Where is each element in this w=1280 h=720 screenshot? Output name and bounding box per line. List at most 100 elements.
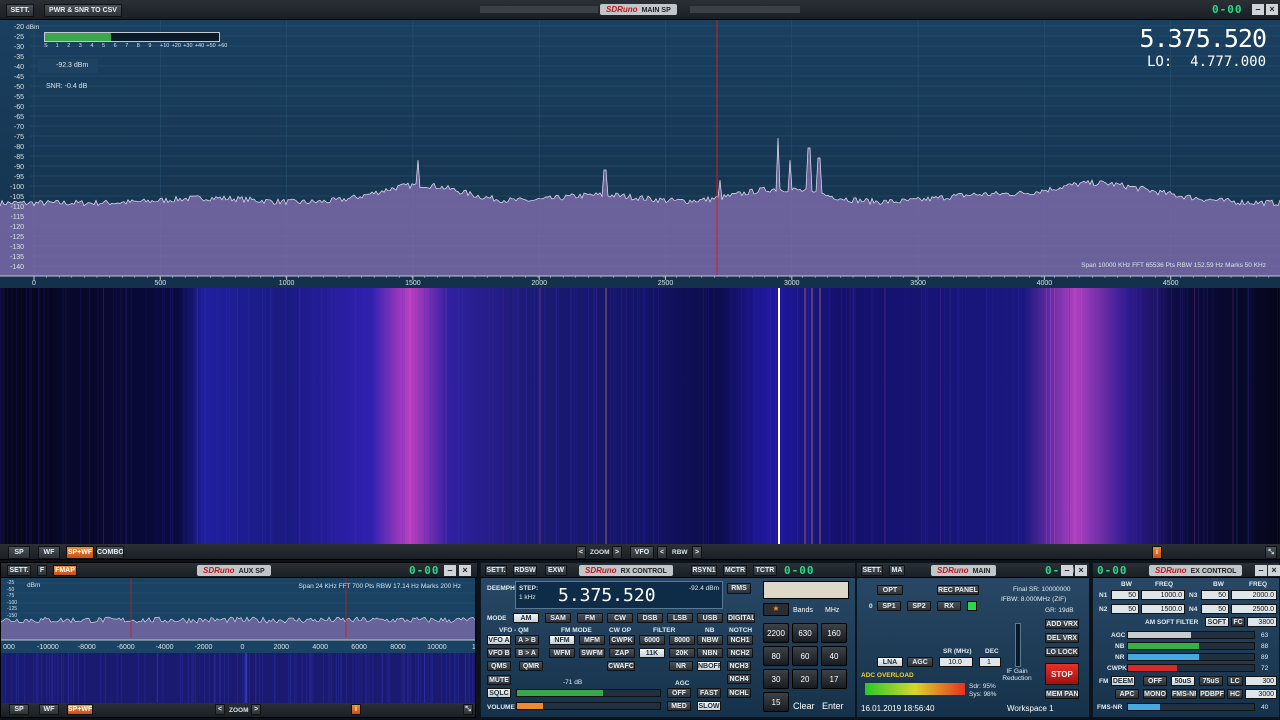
n1-freq-field[interactable]: 1000.0: [1141, 590, 1185, 600]
bands-label[interactable]: Bands: [793, 607, 813, 614]
mode-lsb-button[interactable]: LSB: [667, 613, 693, 623]
rx-wfm-button[interactable]: WFM: [549, 648, 575, 658]
rx-qmr-button[interactable]: QMR: [519, 661, 543, 671]
tctr-button[interactable]: TCTR: [753, 565, 777, 576]
rx-nch2-button[interactable]: NCH2: [727, 648, 753, 658]
enter-button[interactable]: Enter: [822, 701, 844, 711]
fc-field[interactable]: 3800: [1247, 617, 1277, 627]
lc-field[interactable]: 300: [1245, 676, 1277, 686]
vfo-button[interactable]: VFO: [630, 546, 654, 559]
aux-minimize-icon[interactable]: –: [444, 565, 456, 576]
fms-nr-slider[interactable]: [1127, 703, 1255, 711]
mctr-button[interactable]: MCTR: [723, 565, 747, 576]
hc-field[interactable]: 3000: [1245, 689, 1277, 699]
rx-nch3-button[interactable]: NCH3: [727, 661, 751, 671]
key-60[interactable]: 60: [792, 646, 818, 666]
mode-dsb-button[interactable]: DSB: [637, 613, 663, 623]
aux-sett-button[interactable]: SETT.: [7, 565, 31, 576]
rx-6000-button[interactable]: 6000: [639, 635, 665, 645]
aux-close-icon[interactable]: ×: [459, 565, 471, 576]
mode-am-button[interactable]: AM: [513, 613, 539, 623]
rx-frequency[interactable]: 5.375.520: [558, 585, 656, 606]
rx-nr-button[interactable]: NR: [669, 661, 693, 671]
lna-button[interactable]: LNA: [877, 657, 903, 667]
soft-button[interactable]: SOFT: [1205, 617, 1229, 627]
spwf-view-button[interactable]: SP+WF: [66, 546, 94, 559]
zoom-prev-button[interactable]: <: [576, 546, 586, 559]
aux-bookmark-icon[interactable]: i: [351, 704, 361, 715]
rx-cwpk-button[interactable]: CWPK: [609, 635, 635, 645]
stop-button[interactable]: STOP: [1045, 663, 1079, 685]
wf-view-button[interactable]: WF: [38, 546, 60, 559]
mono-button[interactable]: MONO: [1143, 689, 1167, 699]
mhz-label[interactable]: MHz: [825, 607, 839, 614]
key-17[interactable]: 17: [821, 669, 847, 689]
main-sett-button[interactable]: SETT.: [861, 565, 883, 576]
zoom-next-button[interactable]: >: [612, 546, 622, 559]
mute-button[interactable]: MUTE: [487, 675, 511, 685]
ex-nr-slider[interactable]: [1127, 653, 1255, 661]
if-gain-slider[interactable]: [1015, 623, 1021, 667]
main-minimize-icon[interactable]: –: [1061, 565, 1073, 576]
sr-select[interactable]: 10.0: [939, 657, 973, 667]
pwr-snr-csv-button[interactable]: PWR & SNR TO CSV: [44, 4, 122, 17]
key-630[interactable]: 630: [792, 623, 818, 643]
n4-freq-field[interactable]: 2500.0: [1231, 604, 1277, 614]
agc-off-button[interactable]: OFF: [667, 688, 691, 698]
ex-nb-slider[interactable]: [1127, 642, 1255, 650]
nch4-button[interactable]: NCH4: [727, 674, 751, 684]
deem-off-button[interactable]: OFF: [1143, 676, 1167, 686]
rx-cwafc-button[interactable]: CWAFC: [607, 661, 635, 671]
ex-cwpk-slider[interactable]: [1127, 664, 1255, 672]
step-value[interactable]: 1 kHz: [519, 594, 536, 601]
rms-button[interactable]: RMS: [727, 583, 751, 594]
aux-zoom-prev[interactable]: <: [215, 704, 225, 715]
aux-sp-button[interactable]: SP: [9, 704, 29, 715]
rx-qms-button[interactable]: QMS: [487, 661, 511, 671]
sp2-button[interactable]: SP2: [907, 601, 931, 611]
aux-f-button[interactable]: F: [37, 565, 47, 576]
rx-button[interactable]: RX: [937, 601, 961, 611]
rx-nbw-button[interactable]: NBW: [697, 635, 723, 645]
rx-20k-button[interactable]: 20K: [669, 648, 695, 658]
key-160[interactable]: 160: [821, 623, 847, 643]
mode-digital-button[interactable]: DIGITAL: [727, 613, 755, 623]
n2-bw-field[interactable]: 50: [1111, 604, 1139, 614]
sp1-button[interactable]: SP1: [877, 601, 901, 611]
close-icon[interactable]: ×: [1266, 4, 1278, 15]
sett-button[interactable]: SETT.: [6, 4, 34, 17]
lo-lock-button[interactable]: LO LOCK: [1045, 647, 1079, 657]
sp-view-button[interactable]: SP: [8, 546, 30, 559]
rec-panel-button[interactable]: REC PANEL: [937, 585, 979, 595]
minimize-icon[interactable]: –: [1252, 4, 1264, 15]
rbw-prev-button[interactable]: <: [657, 546, 667, 559]
rdsw-button[interactable]: RDSW: [513, 565, 537, 576]
opt-button[interactable]: OPT: [877, 585, 903, 595]
exw-button[interactable]: EXW: [545, 565, 567, 576]
mode-usb-button[interactable]: USB: [697, 613, 723, 623]
aux-zoom-next[interactable]: >: [251, 704, 261, 715]
main-spectrum[interactable]: 0500100015002000250030003500400045005000…: [0, 20, 1280, 288]
rx-8000-button[interactable]: 8000: [669, 635, 695, 645]
rx-mfm-button[interactable]: MFM: [579, 635, 605, 645]
n3-freq-field[interactable]: 2000.0: [1231, 590, 1277, 600]
bands-icon[interactable]: ★: [763, 603, 789, 616]
hc-button[interactable]: HC: [1227, 689, 1243, 699]
agc-slow-button[interactable]: SLOW: [697, 701, 721, 711]
del-vrx-button[interactable]: DEL VRX: [1045, 633, 1079, 643]
lo-frequency[interactable]: 4.777.000: [1190, 54, 1266, 70]
rx-zap-button[interactable]: ZAP: [609, 648, 635, 658]
vfo-frequency[interactable]: 5.375.520: [1140, 24, 1267, 53]
deem-75us-button[interactable]: 75uS: [1199, 676, 1223, 686]
ex-minimize-icon[interactable]: –: [1255, 565, 1267, 576]
rsyn1-button[interactable]: RSYN1: [691, 565, 717, 576]
nchl-button[interactable]: NCHL: [727, 688, 751, 698]
key-30[interactable]: 30: [763, 669, 789, 689]
squelch-slider[interactable]: [516, 689, 661, 697]
dec-select[interactable]: 1: [979, 657, 1001, 667]
rx-nboff-button[interactable]: NBOFF: [697, 661, 721, 671]
rx-vfoa-button[interactable]: VFO A: [487, 635, 511, 645]
deem-button[interactable]: DEEM: [1111, 676, 1135, 686]
rx-sett-button[interactable]: SETT.: [485, 565, 507, 576]
fms-nr-button[interactable]: FMS-NR: [1171, 689, 1197, 699]
